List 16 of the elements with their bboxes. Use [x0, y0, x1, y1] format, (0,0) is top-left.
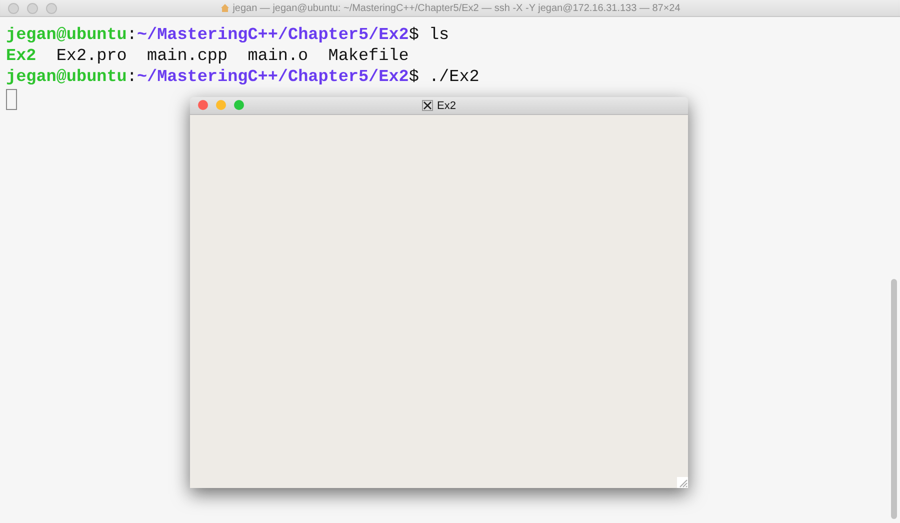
window-control-button[interactable] [27, 3, 38, 14]
terminal-line: Ex2 Ex2.pro main.cpp main.o Makefile [6, 46, 410, 67]
terminal-line: jegan@ubuntu:~/MasteringC++/Chapter5/Ex2$ ./Ex2 [6, 67, 480, 88]
cursor [6, 89, 17, 110]
home-icon [220, 3, 230, 13]
window-title: jegan — jegan@ubuntu: ~/MasteringC++/Chapter5/Ex2 — ssh -X -Y jegan@172.16.31.133 — 87×24 [220, 2, 680, 14]
x-window-title: Ex2 [437, 100, 456, 112]
x-logo-icon [422, 100, 434, 111]
window-control-button[interactable] [8, 3, 19, 14]
resize-grip-icon[interactable] [677, 477, 688, 488]
close-button[interactable] [198, 100, 208, 110]
minimize-button[interactable] [216, 100, 226, 110]
scrollbar-thumb[interactable] [891, 279, 897, 519]
maximize-button[interactable] [234, 100, 244, 110]
terminal-line: jegan@ubuntu:~/MasteringC++/Chapter5/Ex2$ ls [6, 25, 450, 46]
window-control-button[interactable] [46, 3, 57, 14]
